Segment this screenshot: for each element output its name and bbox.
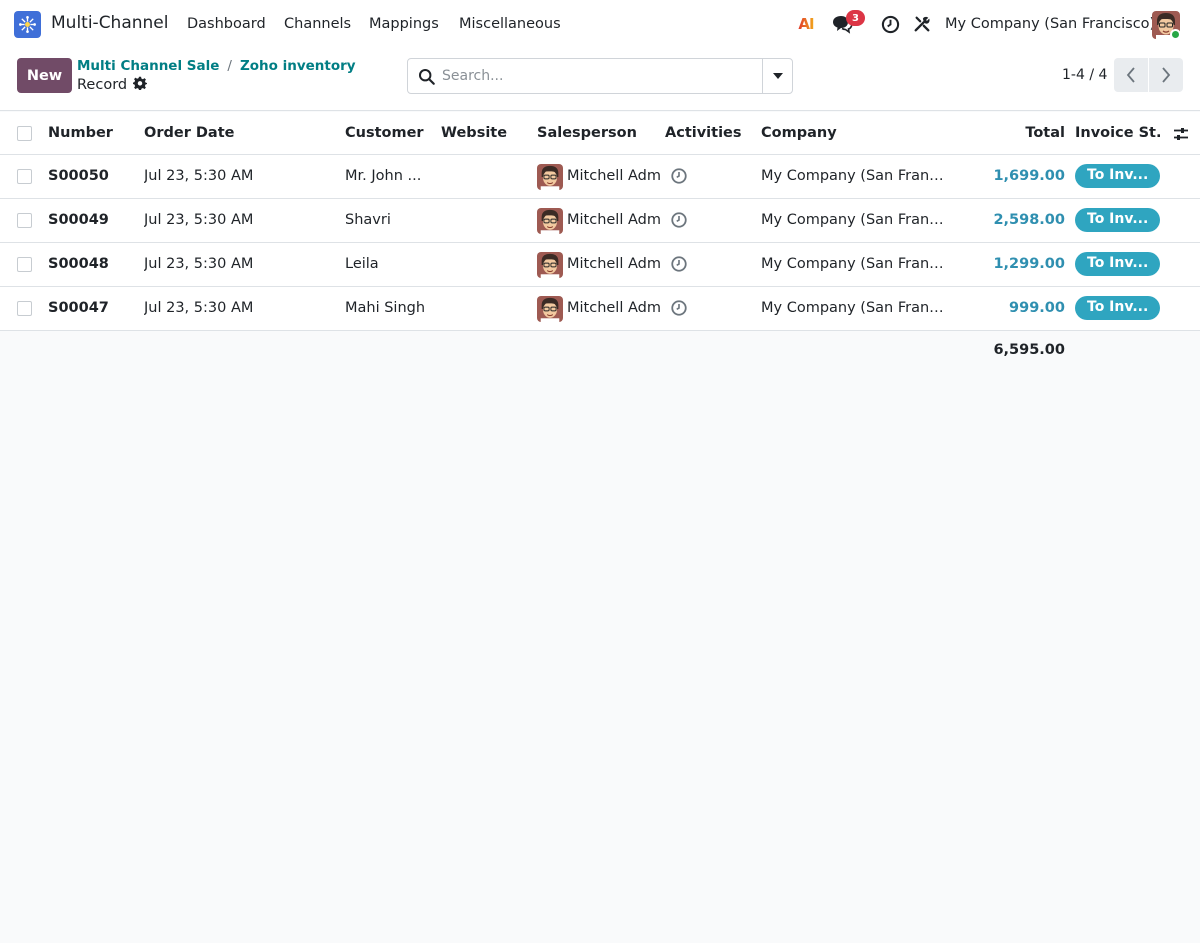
salesperson-avatar — [537, 296, 563, 322]
gear-icon[interactable] — [133, 76, 148, 94]
table-header: Number Order Date Customer Website Sales… — [0, 112, 1200, 155]
tools-icon[interactable] — [910, 12, 934, 36]
row-checkbox[interactable] — [17, 301, 32, 316]
breadcrumb-zoho-inventory[interactable]: Zoho inventory — [240, 58, 356, 74]
salesperson-avatar — [537, 252, 563, 278]
cell-salesperson: Mitchell Admi — [567, 168, 662, 184]
cell-order-date: Jul 23, 5:30 AM — [144, 212, 254, 228]
cell-order-date: Jul 23, 5:30 AM — [144, 300, 254, 316]
column-header-invoice-status[interactable]: Invoice St... — [1075, 125, 1160, 141]
column-header-order-date[interactable]: Order Date — [144, 125, 234, 141]
breadcrumb-separator: / — [227, 58, 232, 74]
cell-company: My Company (San Franci... — [761, 212, 946, 228]
column-header-total[interactable]: Total — [1000, 125, 1065, 141]
ai-icon[interactable]: AI — [794, 12, 818, 36]
clock-icon[interactable] — [670, 211, 688, 229]
cell-customer: Mahi Singh — [345, 300, 426, 316]
page-title: Record — [77, 76, 148, 94]
cell-company: My Company (San Franci... — [761, 300, 946, 316]
cell-salesperson: Mitchell Admi — [567, 300, 662, 316]
app-menu-icon[interactable] — [14, 11, 41, 38]
column-header-salesperson[interactable]: Salesperson — [537, 125, 637, 141]
cell-customer: Shavri — [345, 212, 391, 228]
messages-count-badge: 3 — [846, 10, 865, 26]
search-input[interactable] — [442, 66, 752, 86]
cell-number: S00047 — [48, 300, 109, 316]
table-row[interactable]: S00048 Jul 23, 5:30 AM Leila Mitchell Ad… — [0, 243, 1200, 287]
invoice-status-badge: To Inv... — [1075, 296, 1160, 320]
orders-table: Number Order Date Customer Website Sales… — [0, 112, 1200, 331]
salesperson-avatar — [537, 208, 563, 234]
table-row[interactable]: S00047 Jul 23, 5:30 AM Mahi Singh Mitche… — [0, 287, 1200, 331]
cell-total: 999.00 — [1009, 300, 1065, 316]
clock-icon[interactable] — [670, 167, 688, 185]
page-title-text: Record — [77, 77, 128, 93]
table-row[interactable]: S00050 Jul 23, 5:30 AM Mr. John ... Mitc… — [0, 155, 1200, 199]
cell-customer: Mr. John ... — [345, 168, 422, 184]
control-panel: New Multi Channel Sale / Zoho inventory … — [0, 48, 1200, 111]
menu-miscellaneous[interactable]: Miscellaneous — [459, 16, 561, 32]
ai-icon-label: AI — [798, 15, 814, 33]
cell-company: My Company (San Franci... — [761, 256, 946, 272]
invoice-status-badge: To Inv... — [1075, 208, 1160, 232]
row-checkbox[interactable] — [17, 213, 32, 228]
online-status-dot — [1170, 29, 1181, 40]
row-checkbox[interactable] — [17, 257, 32, 272]
new-button[interactable]: New — [17, 58, 72, 93]
invoice-status-badge: To Inv... — [1075, 252, 1160, 276]
column-header-website[interactable]: Website — [441, 125, 507, 141]
grand-total: 6,595.00 — [993, 342, 1065, 358]
search-icon — [418, 68, 435, 85]
caret-down-icon — [773, 73, 783, 79]
pager-value[interactable]: 1-4 / 4 — [1062, 67, 1107, 83]
clock-icon[interactable] — [878, 12, 902, 36]
cell-total: 1,699.00 — [993, 168, 1065, 184]
cell-company: My Company (San Franci... — [761, 168, 946, 184]
column-header-activities[interactable]: Activities — [665, 125, 742, 141]
search-options-toggle[interactable] — [762, 59, 793, 93]
menu-dashboard[interactable]: Dashboard — [187, 16, 266, 32]
search-box — [407, 58, 793, 94]
cell-number: S00049 — [48, 212, 109, 228]
cell-total: 1,299.00 — [993, 256, 1065, 272]
clock-icon[interactable] — [670, 255, 688, 273]
company-switcher[interactable]: My Company (San Francisco) — [945, 16, 1155, 32]
cell-order-date: Jul 23, 5:30 AM — [144, 256, 254, 272]
column-header-number[interactable]: Number — [48, 125, 113, 141]
column-header-customer[interactable]: Customer — [345, 125, 424, 141]
table-row[interactable]: S00049 Jul 23, 5:30 AM Shavri Mitchell A… — [0, 199, 1200, 243]
cell-number: S00050 — [48, 168, 109, 184]
breadcrumb-multi-channel-sale[interactable]: Multi Channel Sale — [77, 58, 219, 74]
cell-customer: Leila — [345, 256, 379, 272]
select-all-checkbox[interactable] — [17, 126, 32, 141]
breadcrumb: Multi Channel Sale / Zoho inventory — [77, 58, 356, 74]
salesperson-avatar — [537, 164, 563, 190]
cell-salesperson: Mitchell Admi — [567, 212, 662, 228]
menu-channels[interactable]: Channels — [284, 16, 351, 32]
chevron-right-icon — [1162, 67, 1171, 83]
pager-previous-button[interactable] — [1114, 58, 1148, 92]
clock-icon[interactable] — [670, 299, 688, 317]
chevron-left-icon — [1126, 67, 1135, 83]
top-navbar: Multi-Channel Dashboard Channels Mapping… — [0, 0, 1200, 48]
menu-mappings[interactable]: Mappings — [369, 16, 439, 32]
pager-next-button[interactable] — [1149, 58, 1183, 92]
row-checkbox[interactable] — [17, 169, 32, 184]
cell-salesperson: Mitchell Admi — [567, 256, 662, 272]
app-name[interactable]: Multi-Channel — [51, 13, 168, 33]
cell-number: S00048 — [48, 256, 109, 272]
column-header-company[interactable]: Company — [761, 125, 837, 141]
optional-columns-icon[interactable] — [1172, 125, 1190, 143]
cell-total: 2,598.00 — [993, 212, 1065, 228]
cell-order-date: Jul 23, 5:30 AM — [144, 168, 254, 184]
invoice-status-badge: To Inv... — [1075, 164, 1160, 188]
